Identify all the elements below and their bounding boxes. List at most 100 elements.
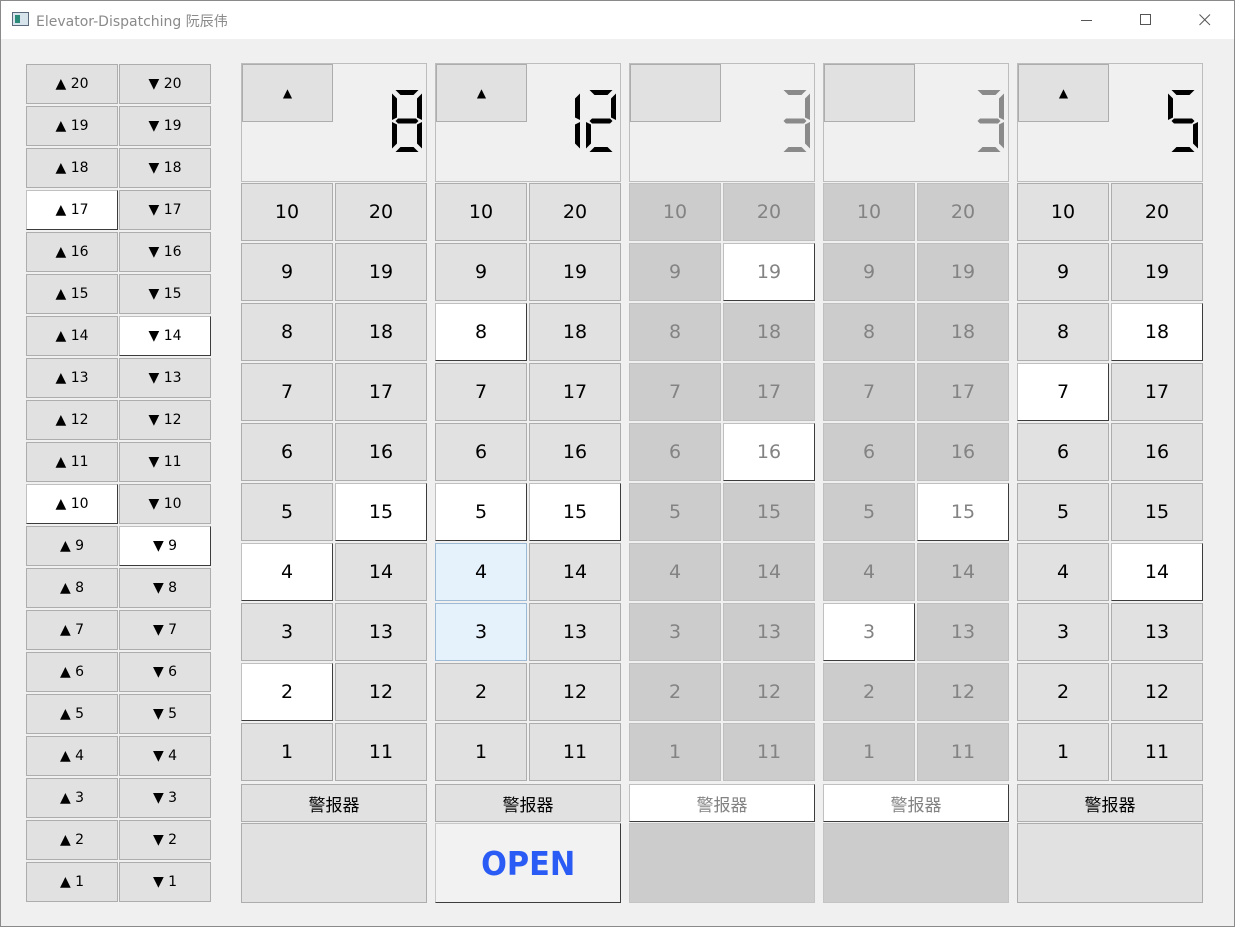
car-4-floor-button-11[interactable]: 11 [917, 723, 1009, 781]
car-3-floor-button-14[interactable]: 14 [723, 543, 815, 601]
hall-call-down-9[interactable]: ▼ 9 [119, 526, 211, 566]
car-2-floor-button-12[interactable]: 12 [529, 663, 621, 721]
car-5-floor-button-14[interactable]: 14 [1111, 543, 1203, 601]
car-2-floor-button-9[interactable]: 9 [435, 243, 527, 301]
car-5-floor-button-20[interactable]: 20 [1111, 183, 1203, 241]
hall-call-up-17[interactable]: ▲ 17 [26, 190, 118, 230]
car-5-floor-button-12[interactable]: 12 [1111, 663, 1203, 721]
car-3-floor-button-8[interactable]: 8 [629, 303, 721, 361]
car-3-floor-button-11[interactable]: 11 [723, 723, 815, 781]
car-4-floor-button-19[interactable]: 19 [917, 243, 1009, 301]
minimize-button[interactable] [1058, 1, 1116, 39]
hall-call-up-9[interactable]: ▲ 9 [26, 526, 118, 566]
car-2-floor-button-18[interactable]: 18 [529, 303, 621, 361]
car-3-floor-button-3[interactable]: 3 [629, 603, 721, 661]
car-3-floor-button-4[interactable]: 4 [629, 543, 721, 601]
hall-call-down-15[interactable]: ▼ 15 [119, 274, 211, 314]
car-2-floor-button-7[interactable]: 7 [435, 363, 527, 421]
car-4-floor-button-2[interactable]: 2 [823, 663, 915, 721]
car-3-floor-button-12[interactable]: 12 [723, 663, 815, 721]
alarm-button-4[interactable]: 警报器 [823, 784, 1009, 822]
hall-call-down-12[interactable]: ▼ 12 [119, 400, 211, 440]
car-3-floor-button-5[interactable]: 5 [629, 483, 721, 541]
car-5-floor-button-9[interactable]: 9 [1017, 243, 1109, 301]
car-1-floor-button-4[interactable]: 4 [241, 543, 333, 601]
car-3-floor-button-20[interactable]: 20 [723, 183, 815, 241]
car-5-floor-button-11[interactable]: 11 [1111, 723, 1203, 781]
hall-call-down-13[interactable]: ▼ 13 [119, 358, 211, 398]
hall-call-up-13[interactable]: ▲ 13 [26, 358, 118, 398]
hall-call-down-2[interactable]: ▼ 2 [119, 820, 211, 860]
car-1-floor-button-9[interactable]: 9 [241, 243, 333, 301]
car-1-floor-button-19[interactable]: 19 [335, 243, 427, 301]
car-1-floor-button-7[interactable]: 7 [241, 363, 333, 421]
alarm-button-3[interactable]: 警报器 [629, 784, 815, 822]
car-5-floor-button-1[interactable]: 1 [1017, 723, 1109, 781]
hall-call-down-20[interactable]: ▼ 20 [119, 64, 211, 104]
car-1-floor-button-6[interactable]: 6 [241, 423, 333, 481]
car-2-floor-button-3[interactable]: 3 [435, 603, 527, 661]
car-2-floor-button-17[interactable]: 17 [529, 363, 621, 421]
car-1-floor-button-20[interactable]: 20 [335, 183, 427, 241]
car-4-floor-button-7[interactable]: 7 [823, 363, 915, 421]
hall-call-down-6[interactable]: ▼ 6 [119, 652, 211, 692]
car-4-floor-button-3[interactable]: 3 [823, 603, 915, 661]
car-2-floor-button-10[interactable]: 10 [435, 183, 527, 241]
hall-call-up-16[interactable]: ▲ 16 [26, 232, 118, 272]
car-1-floor-button-1[interactable]: 1 [241, 723, 333, 781]
hall-call-down-1[interactable]: ▼ 1 [119, 862, 211, 902]
hall-call-up-15[interactable]: ▲ 15 [26, 274, 118, 314]
car-4-floor-button-13[interactable]: 13 [917, 603, 1009, 661]
close-button[interactable] [1176, 1, 1234, 39]
hall-call-down-17[interactable]: ▼ 17 [119, 190, 211, 230]
car-4-floor-button-9[interactable]: 9 [823, 243, 915, 301]
car-3-floor-button-18[interactable]: 18 [723, 303, 815, 361]
hall-call-up-18[interactable]: ▲ 18 [26, 148, 118, 188]
car-1-floor-button-5[interactable]: 5 [241, 483, 333, 541]
hall-call-down-18[interactable]: ▼ 18 [119, 148, 211, 188]
car-4-floor-button-20[interactable]: 20 [917, 183, 1009, 241]
hall-call-up-8[interactable]: ▲ 8 [26, 568, 118, 608]
car-4-floor-button-1[interactable]: 1 [823, 723, 915, 781]
hall-call-down-11[interactable]: ▼ 11 [119, 442, 211, 482]
hall-call-down-8[interactable]: ▼ 8 [119, 568, 211, 608]
car-5-floor-button-6[interactable]: 6 [1017, 423, 1109, 481]
car-3-floor-button-13[interactable]: 13 [723, 603, 815, 661]
hall-call-down-14[interactable]: ▼ 14 [119, 316, 211, 356]
car-3-floor-button-9[interactable]: 9 [629, 243, 721, 301]
car-3-floor-button-16[interactable]: 16 [723, 423, 815, 481]
hall-call-up-10[interactable]: ▲ 10 [26, 484, 118, 524]
car-5-floor-button-13[interactable]: 13 [1111, 603, 1203, 661]
maximize-button[interactable] [1117, 1, 1175, 39]
car-4-floor-button-16[interactable]: 16 [917, 423, 1009, 481]
car-3-floor-button-15[interactable]: 15 [723, 483, 815, 541]
hall-call-down-7[interactable]: ▼ 7 [119, 610, 211, 650]
hall-call-up-7[interactable]: ▲ 7 [26, 610, 118, 650]
car-5-floor-button-18[interactable]: 18 [1111, 303, 1203, 361]
hall-call-down-16[interactable]: ▼ 16 [119, 232, 211, 272]
hall-call-up-20[interactable]: ▲ 20 [26, 64, 118, 104]
hall-call-up-6[interactable]: ▲ 6 [26, 652, 118, 692]
car-3-floor-button-17[interactable]: 17 [723, 363, 815, 421]
car-1-floor-button-8[interactable]: 8 [241, 303, 333, 361]
car-2-floor-button-14[interactable]: 14 [529, 543, 621, 601]
hall-call-down-3[interactable]: ▼ 3 [119, 778, 211, 818]
car-3-floor-button-10[interactable]: 10 [629, 183, 721, 241]
car-5-floor-button-3[interactable]: 3 [1017, 603, 1109, 661]
car-4-floor-button-4[interactable]: 4 [823, 543, 915, 601]
car-1-floor-button-17[interactable]: 17 [335, 363, 427, 421]
car-4-floor-button-8[interactable]: 8 [823, 303, 915, 361]
car-4-floor-button-14[interactable]: 14 [917, 543, 1009, 601]
hall-call-up-5[interactable]: ▲ 5 [26, 694, 118, 734]
hall-call-up-19[interactable]: ▲ 19 [26, 106, 118, 146]
car-1-floor-button-13[interactable]: 13 [335, 603, 427, 661]
alarm-button-5[interactable]: 警报器 [1017, 784, 1203, 822]
car-1-floor-button-12[interactable]: 12 [335, 663, 427, 721]
car-1-floor-button-18[interactable]: 18 [335, 303, 427, 361]
car-4-floor-button-17[interactable]: 17 [917, 363, 1009, 421]
car-2-floor-button-11[interactable]: 11 [529, 723, 621, 781]
hall-call-up-2[interactable]: ▲ 2 [26, 820, 118, 860]
alarm-button-1[interactable]: 警报器 [241, 784, 427, 822]
car-5-floor-button-4[interactable]: 4 [1017, 543, 1109, 601]
alarm-button-2[interactable]: 警报器 [435, 784, 621, 822]
